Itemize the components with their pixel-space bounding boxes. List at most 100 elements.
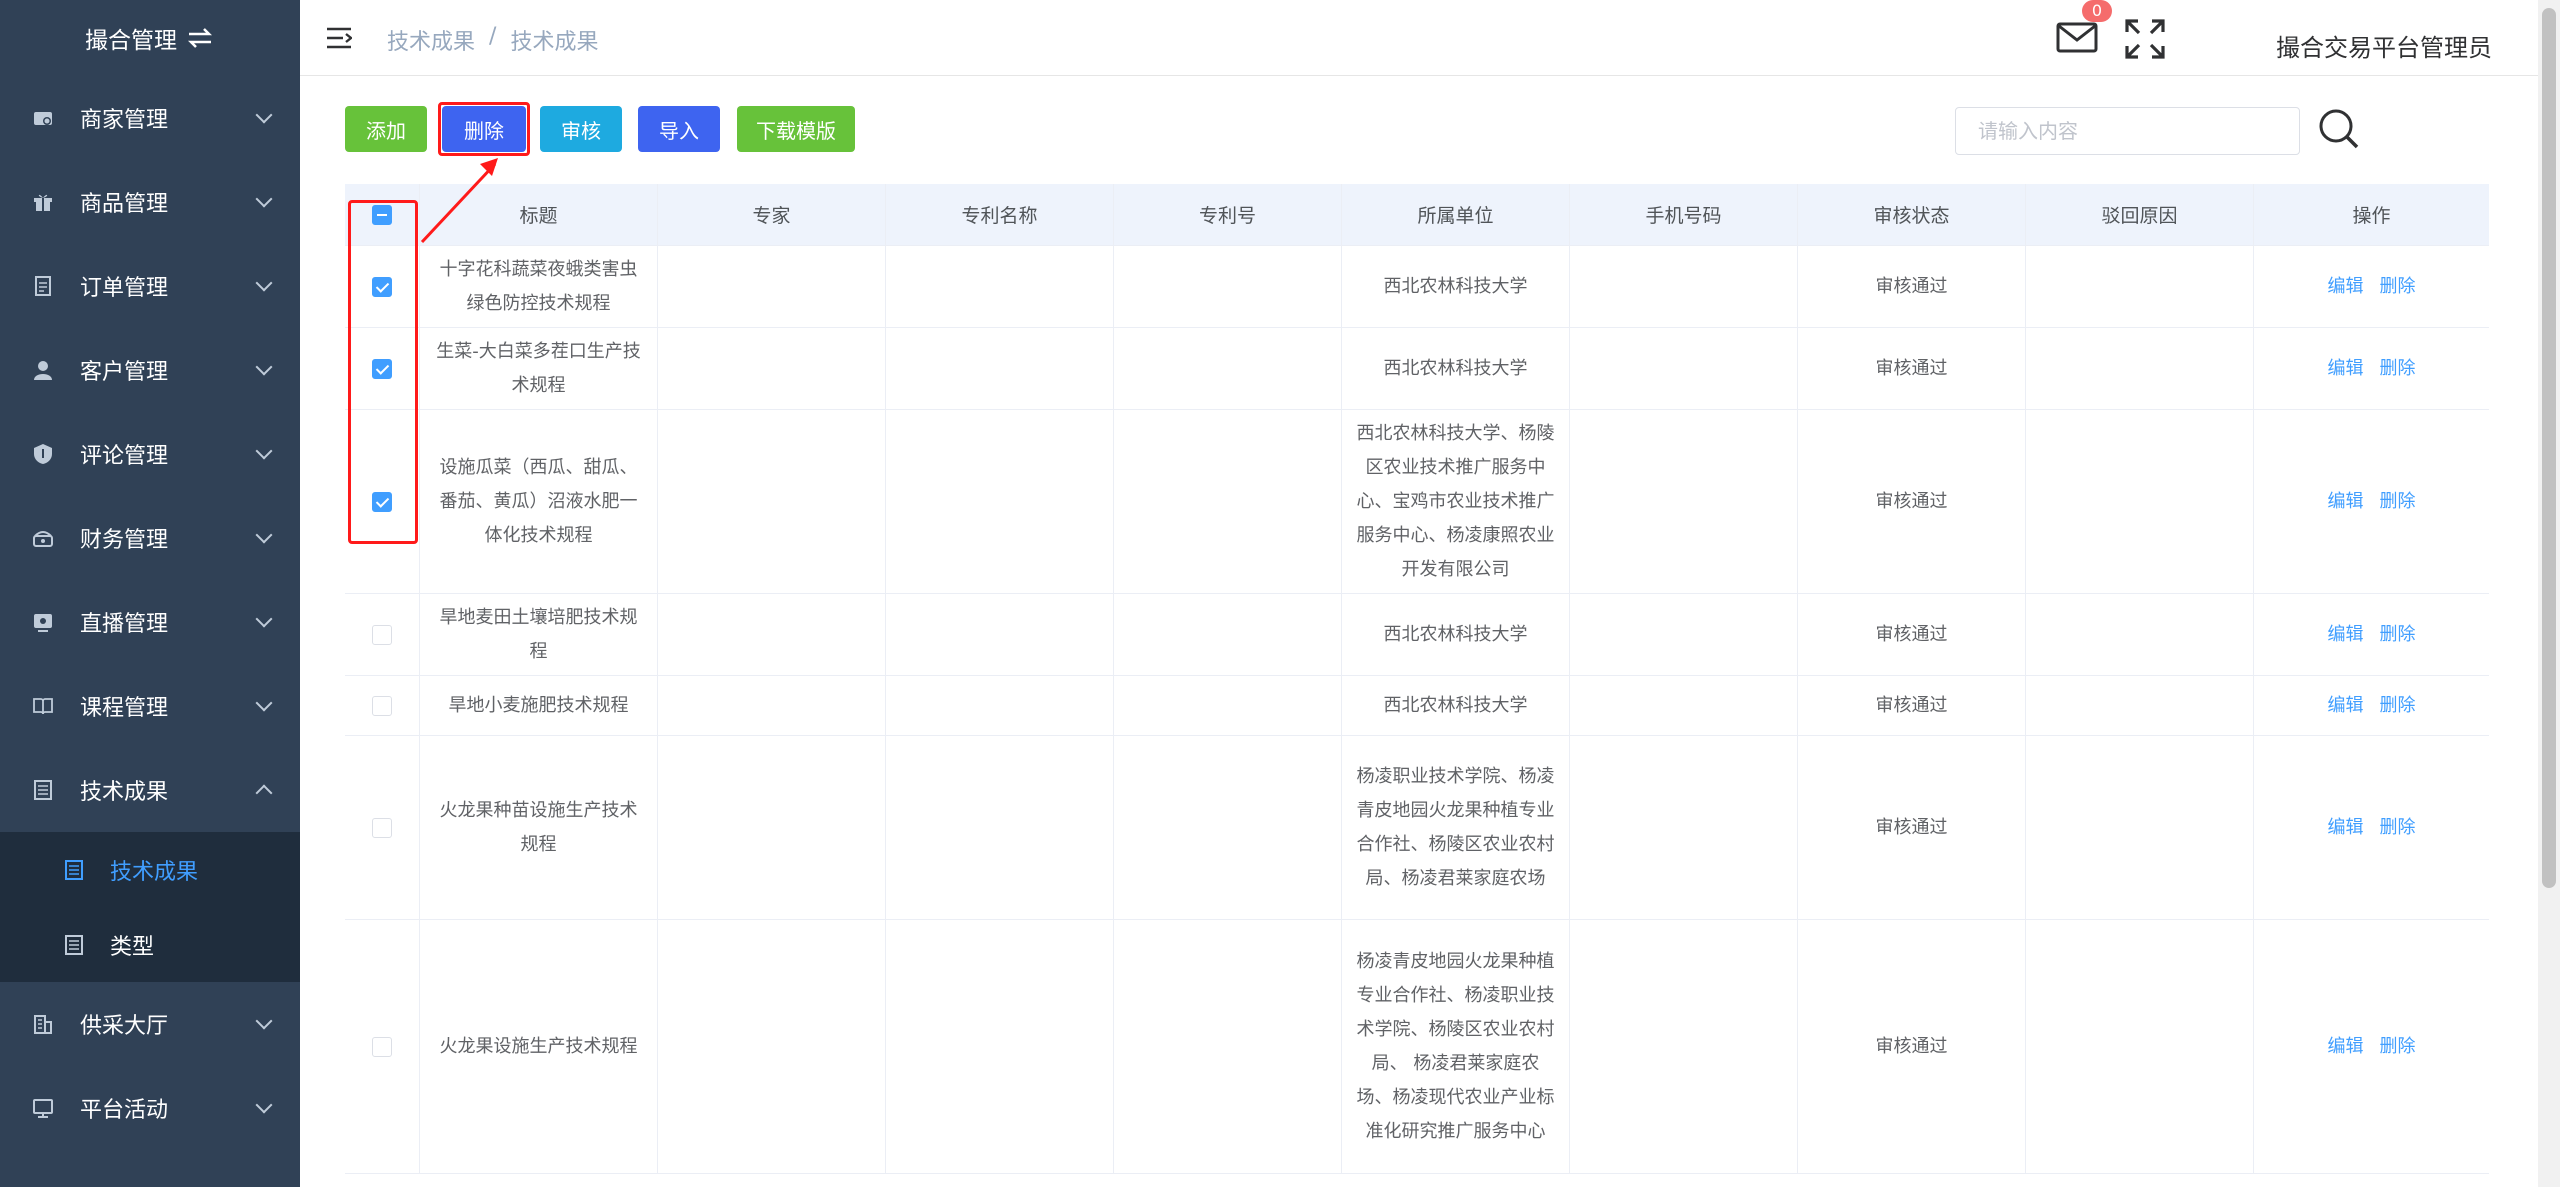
table-row: 旱地麦田土壤培肥技术规程 西北农林科技大学 审核通过 编辑 删除 [345,594,2489,676]
edit-link[interactable]: 编辑 [2328,352,2364,386]
cell-reason [2026,594,2254,675]
column-header: 审核状态 [1798,184,2026,245]
sidebar-item-procurement[interactable]: 供采大厅 [0,982,300,1066]
annotation-arrow-icon [420,158,498,244]
import-button[interactable]: 导入 [638,106,720,152]
sidebar: 撮合管理 商家管理 商品管理 订单管理 客户管理 评论管理 财务管理 直播管理 [0,0,300,1187]
cell-phone [1570,736,1798,919]
cell-expert [658,676,886,735]
cell-actions: 编辑 删除 [2254,328,2489,409]
breadcrumb-item[interactable]: 技术成果 [387,24,475,56]
table-header: 标题 专家 专利名称 专利号 所属单位 手机号码 审核状态 驳回原因 操作 [345,184,2489,246]
clipboard-icon [32,779,54,801]
cell-actions: 编辑 删除 [2254,676,2489,735]
sidebar-item-label: 直播管理 [80,612,169,637]
fullscreen-icon[interactable] [2124,18,2166,60]
cell-reason [2026,410,2254,593]
cell-patent-name [886,328,1114,409]
sidebar-logo[interactable]: 撮合管理 [0,0,300,76]
row-checkbox[interactable] [372,695,392,716]
scrollbar-thumb[interactable] [2542,8,2556,888]
cell-actions: 编辑 删除 [2254,594,2489,675]
sidebar-item-customers[interactable]: 客户管理 [0,328,300,412]
notification-badge: 0 [2082,0,2112,22]
cell-patent-name [886,920,1114,1173]
cell-patent-name [886,410,1114,593]
search-icon[interactable] [2316,106,2360,150]
username[interactable]: 撮合交易平台管理员 [2276,28,2492,63]
audit-button[interactable]: 审核 [540,106,622,152]
submenu-item-types[interactable]: 类型 [0,907,300,982]
cell-title: 火龙果设施生产技术规程 [420,920,658,1173]
sidebar-item-tech[interactable]: 技术成果 [0,748,300,832]
delete-link[interactable]: 删除 [2380,1030,2416,1064]
cell-reason [2026,920,2254,1173]
download-template-button[interactable]: 下载模版 [737,106,855,152]
store-icon [32,107,54,129]
cell-status: 审核通过 [1798,246,2026,327]
sidebar-item-finance[interactable]: 财务管理 [0,496,300,580]
delete-link[interactable]: 删除 [2380,811,2416,845]
sidebar-item-live[interactable]: 直播管理 [0,580,300,664]
chevron-down-icon [255,1096,273,1114]
cell-phone [1570,676,1798,735]
cell-patent-no [1114,920,1342,1173]
cell-status: 审核通过 [1798,594,2026,675]
sidebar-item-merchant[interactable]: 商家管理 [0,76,300,160]
clipboard-icon [64,934,84,955]
checkbox-column-highlight [348,200,418,544]
cell-patent-no [1114,246,1342,327]
delete-link[interactable]: 删除 [2380,689,2416,723]
search-input[interactable] [1955,107,2300,155]
edit-link[interactable]: 编辑 [2328,689,2364,723]
delete-link[interactable]: 删除 [2380,270,2416,304]
cell-patent-no [1114,736,1342,919]
row-checkbox[interactable] [372,817,392,838]
hamburger-icon[interactable] [326,26,352,50]
edit-link[interactable]: 编辑 [2328,1030,2364,1064]
edit-link[interactable]: 编辑 [2328,270,2364,304]
sidebar-item-courses[interactable]: 课程管理 [0,664,300,748]
cell-patent-no [1114,676,1342,735]
cell-actions: 编辑 删除 [2254,920,2489,1173]
mail-icon[interactable] [2056,20,2098,54]
cell-title: 旱地小麦施肥技术规程 [420,676,658,735]
edit-link[interactable]: 编辑 [2328,618,2364,652]
add-button[interactable]: 添加 [345,106,427,152]
column-header: 操作 [2352,205,2391,227]
row-checkbox[interactable] [372,624,392,645]
chevron-down-icon [255,106,273,124]
cell-title: 设施瓜菜（西瓜、甜瓜、番茄、黄瓜）沼液水肥一体化技术规程 [420,410,658,593]
cell-expert [658,328,886,409]
swap-icon [187,28,213,48]
page-scrollbar[interactable] [2538,0,2560,1187]
delete-link[interactable]: 删除 [2380,352,2416,386]
sidebar-item-orders[interactable]: 订单管理 [0,244,300,328]
submenu-item-tech-results[interactable]: 技术成果 [0,832,300,907]
cell-patent-name [886,246,1114,327]
cell-patent-name [886,736,1114,919]
results-table: 标题 专家 专利名称 专利号 所属单位 手机号码 审核状态 驳回原因 操作 十字… [345,184,2489,1174]
cell-expert [658,594,886,675]
top-header: 技术成果 / 技术成果 0 撮合交易平台管理员 [300,0,2560,76]
edit-link[interactable]: 编辑 [2328,811,2364,845]
column-header: 所属单位 [1342,184,1570,245]
delete-link[interactable]: 删除 [2380,618,2416,652]
delete-link[interactable]: 删除 [2380,485,2416,519]
row-select-cell [345,594,420,675]
column-header: 驳回原因 [2026,184,2254,245]
sidebar-item-activities[interactable]: 平台活动 [0,1066,300,1150]
cell-unit: 西北农林科技大学 [1342,246,1570,327]
edit-link[interactable]: 编辑 [2328,485,2364,519]
sidebar-item-goods[interactable]: 商品管理 [0,160,300,244]
avatar[interactable] [2212,12,2256,70]
cell-reason [2026,246,2254,327]
cell-actions: 编辑 删除 [2254,736,2489,919]
sidebar-item-label: 平台活动 [80,1098,169,1123]
cell-unit: 西北农林科技大学、杨陵区农业技术推广服务中心、宝鸡市农业技术推广服务中心、杨凌康… [1342,410,1570,593]
sidebar-item-comments[interactable]: 评论管理 [0,412,300,496]
cell-status: 审核通过 [1798,328,2026,409]
row-checkbox[interactable] [372,1036,392,1057]
broadcast-icon [32,611,54,633]
clipboard-icon [64,859,84,880]
